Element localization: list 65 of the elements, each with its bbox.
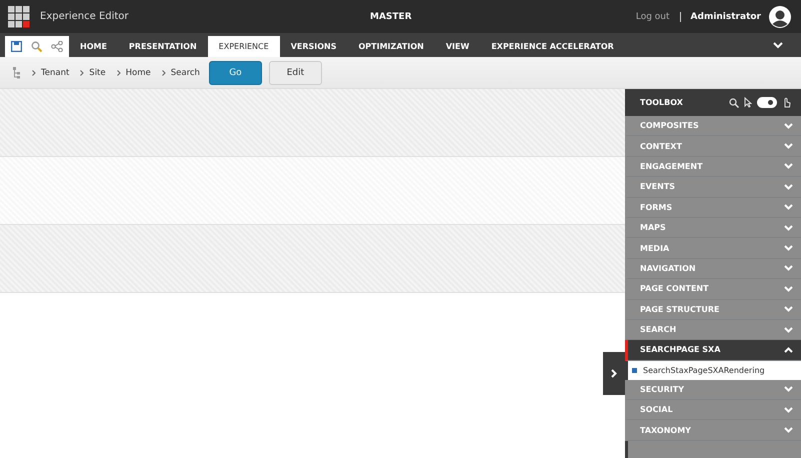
tree-icon — [13, 66, 21, 78]
chevron-down-icon — [784, 122, 793, 129]
app-grid-logo[interactable] — [8, 6, 30, 28]
chevron-down-icon — [784, 306, 793, 312]
toolbox-section[interactable]: TAXONOMY — [625, 420, 801, 441]
toolbox-section[interactable]: FORMS — [625, 198, 801, 218]
breadcrumb-link[interactable]: Home — [126, 68, 151, 78]
chevron-down-icon — [784, 163, 793, 170]
user-name: Administrator — [690, 12, 761, 22]
save-icon[interactable] — [11, 41, 22, 52]
chevron-right-icon — [116, 70, 121, 76]
toolbox-section[interactable]: PAGE CONTENT — [625, 279, 801, 300]
ribbon-tab[interactable]: OPTIMIZATION — [348, 36, 435, 57]
ribbon-tab[interactable]: VIEW — [434, 36, 480, 57]
rendering-item[interactable]: SearchStaxPageSXARendering — [628, 360, 801, 380]
chevron-down-icon — [784, 224, 793, 231]
hand-pointer-icon[interactable] — [782, 97, 791, 108]
breadcrumb-link[interactable]: Search — [170, 68, 200, 78]
share-icon[interactable] — [51, 41, 63, 52]
cursor-icon[interactable] — [744, 97, 752, 108]
chevron-right-icon — [611, 369, 617, 378]
toolbox-section[interactable]: PAGE STRUCTURE — [625, 300, 801, 320]
toolbox-section[interactable]: SEARCHPAGE SXA — [625, 340, 801, 361]
toolbox-section[interactable]: SOCIAL — [625, 400, 801, 420]
toolbox-section[interactable]: EVENTS — [625, 177, 801, 198]
chevron-right-icon — [80, 70, 84, 76]
toolbox-section[interactable]: COMPOSITES — [625, 116, 801, 136]
avatar-icon[interactable] — [769, 6, 791, 28]
chevron-down-icon — [784, 265, 793, 272]
database-name: MASTER — [370, 12, 412, 22]
chevron-down-icon — [784, 245, 793, 252]
breadcrumb-link[interactable]: Site — [89, 68, 106, 78]
edit-button[interactable]: Edit — [268, 60, 322, 84]
toolbox-section[interactable]: NAVIGATION — [625, 258, 801, 280]
ribbon-tab[interactable]: VERSIONS — [280, 36, 348, 57]
chevron-down-icon[interactable] — [773, 42, 783, 48]
chevron-down-icon — [784, 204, 793, 210]
chevron-down-icon — [784, 326, 793, 333]
toolbox-title: TOOLBOX — [640, 98, 683, 107]
logout-link[interactable]: Log out — [636, 12, 670, 22]
chevron-down-icon — [784, 184, 793, 190]
go-button[interactable]: Go — [208, 60, 262, 84]
ribbon-tab[interactable]: EXPERIENCE ACCELERATOR — [480, 36, 625, 57]
toolbox-section[interactable]: MAPS — [625, 218, 801, 238]
chevron-right-icon — [162, 70, 166, 76]
chevron-down-icon — [784, 427, 793, 434]
toolbox-section[interactable]: SECURITY — [625, 380, 801, 400]
mode-toggle[interactable] — [757, 97, 777, 108]
chevron-right-icon — [32, 70, 36, 76]
ribbon-tab[interactable]: PRESENTATION — [118, 36, 208, 57]
ribbon-tab[interactable]: HOME — [69, 36, 118, 57]
chevron-down-icon — [784, 143, 793, 150]
ribbon-tab[interactable]: EXPERIENCE — [208, 36, 280, 57]
toolbox-section[interactable]: CONTEXT — [625, 136, 801, 157]
toolbox-section[interactable]: MEDIA — [625, 238, 801, 259]
chevron-down-icon — [784, 386, 793, 392]
chevron-down-icon — [784, 406, 793, 413]
toolbox-section[interactable]: ENGAGEMENT — [625, 156, 801, 178]
app-title: Experience Editor — [40, 11, 130, 22]
breadcrumb-link[interactable]: Tenant — [41, 68, 70, 78]
chevron-down-icon — [784, 286, 793, 292]
panel-toggle-button[interactable] — [603, 352, 625, 395]
chevron-up-icon — [784, 346, 793, 353]
toolbox-section[interactable]: SEARCH — [625, 320, 801, 340]
search-icon[interactable] — [729, 98, 739, 108]
